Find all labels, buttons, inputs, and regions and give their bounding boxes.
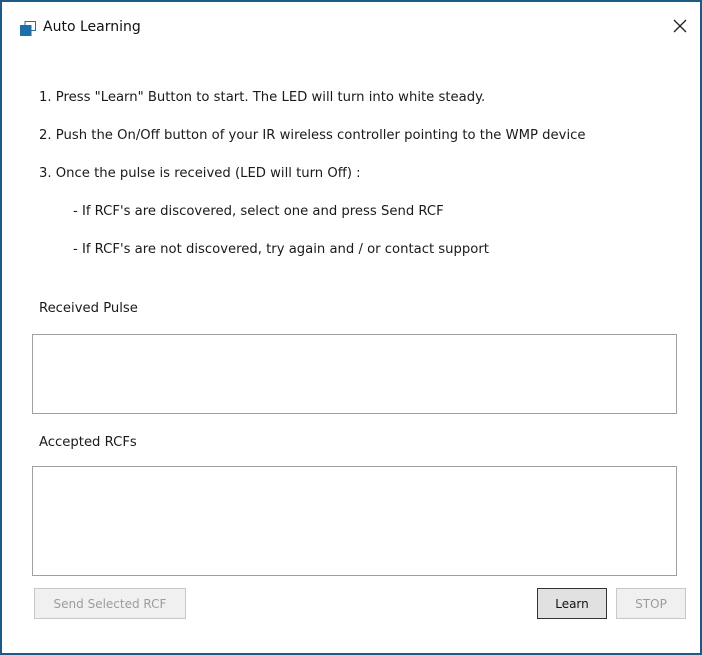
- auto-learning-dialog: Auto Learning 1. Press "Learn" Button to…: [0, 0, 702, 655]
- instruction-step-3: 3. Once the pulse is received (LED will …: [39, 166, 361, 181]
- accepted-rcfs-label: Accepted RCFs: [39, 435, 137, 450]
- close-button[interactable]: [660, 10, 700, 46]
- stop-button[interactable]: STOP: [616, 588, 686, 619]
- close-icon: [672, 18, 688, 38]
- instruction-substep-not-discovered: - If RCF's are not discovered, try again…: [73, 242, 489, 257]
- send-selected-rcf-button[interactable]: Send Selected RCF: [34, 588, 186, 619]
- app-window-icon: [20, 21, 36, 36]
- learn-button[interactable]: Learn: [537, 588, 607, 619]
- instruction-substep-discovered: - If RCF's are discovered, select one an…: [73, 204, 444, 219]
- instruction-step-2: 2. Push the On/Off button of your IR wir…: [39, 128, 586, 143]
- accepted-rcfs-list[interactable]: [32, 466, 677, 576]
- received-pulse-field[interactable]: [32, 334, 677, 414]
- title-bar: Auto Learning: [2, 2, 700, 54]
- instruction-step-1: 1. Press "Learn" Button to start. The LE…: [39, 90, 486, 105]
- window-title: Auto Learning: [43, 19, 141, 35]
- received-pulse-label: Received Pulse: [39, 301, 138, 316]
